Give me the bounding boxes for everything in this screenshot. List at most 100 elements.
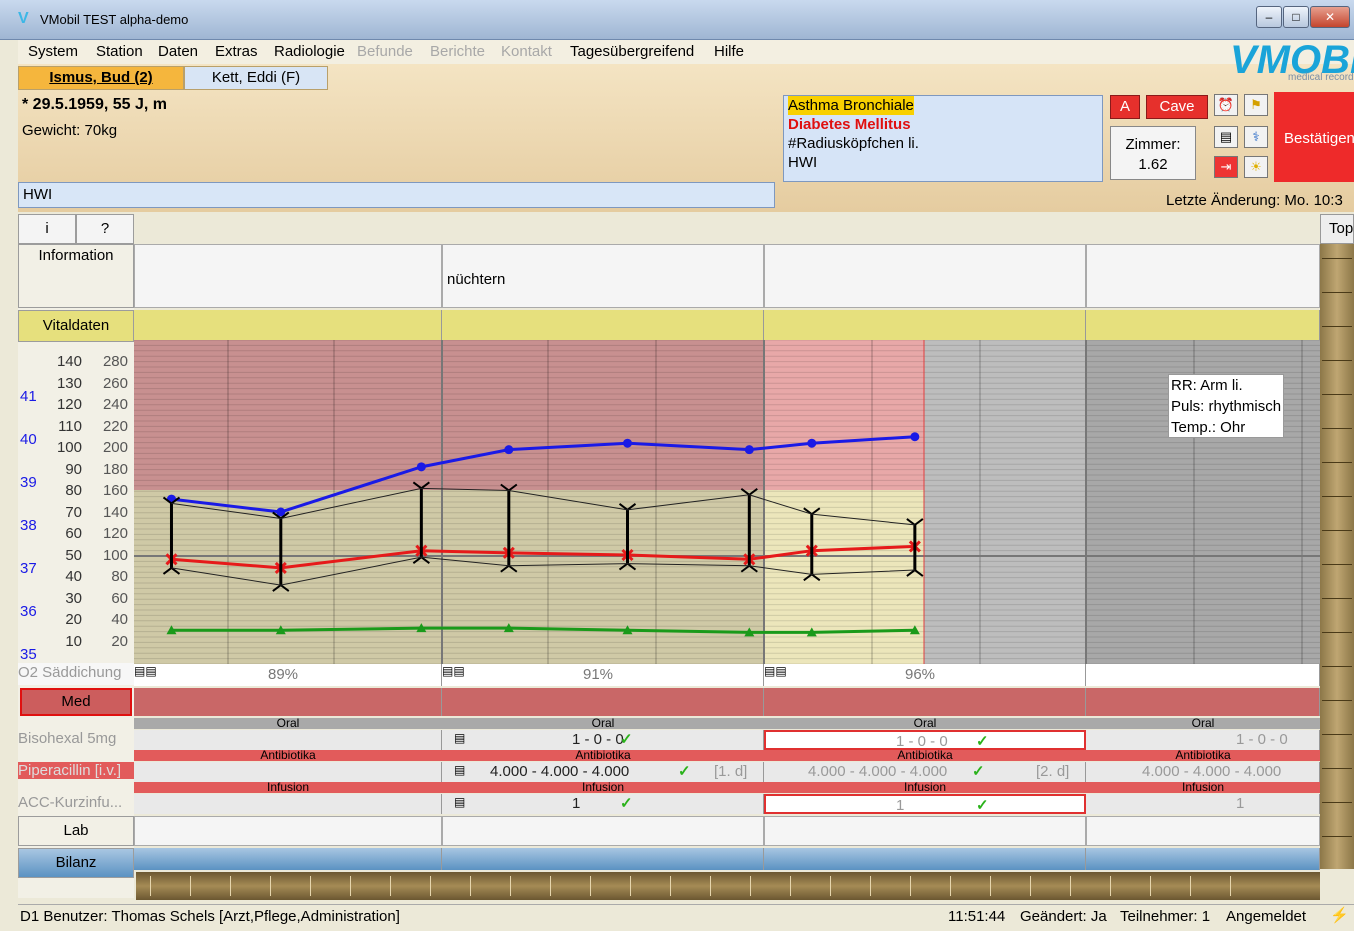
- status-changed: Geändert: Ja: [1020, 908, 1107, 925]
- bilanz-cell: [1086, 848, 1320, 870]
- lab-cell[interactable]: [764, 816, 1086, 846]
- med-group-header: Oral: [442, 717, 764, 729]
- pulse-tick: 120: [56, 396, 82, 413]
- med-cell[interactable]: 4.000 - 4.000 - 4.000 ✓ ▤ [1. d]: [442, 762, 764, 782]
- med-cell[interactable]: 4.000 - 4.000 - 4.000: [1086, 762, 1320, 782]
- vitaldaten-cell: [1086, 310, 1320, 340]
- confirm-button[interactable]: Bestätigen: [1274, 92, 1354, 182]
- top-button[interactable]: Top: [1320, 214, 1354, 244]
- document-icon[interactable]: ▤: [1214, 126, 1238, 148]
- bilanz-button[interactable]: Bilanz: [18, 848, 134, 878]
- note-icon[interactable]: ▤▤: [764, 664, 787, 678]
- lab-cell[interactable]: [1086, 816, 1320, 846]
- scroll-tick: [630, 876, 631, 896]
- scroll-tick: [1322, 428, 1352, 429]
- room-label: Zimmer:: [1125, 136, 1181, 153]
- scroll-tick: [1190, 876, 1191, 896]
- med-group-header: Infusion: [134, 781, 442, 793]
- med-cell[interactable]: 1 ✓: [764, 794, 1086, 814]
- menu-item-station[interactable]: Station: [96, 43, 143, 60]
- med-name: Bisohexal 5mg: [18, 730, 117, 747]
- scroll-tick: [1322, 496, 1352, 497]
- cave-button[interactable]: Cave: [1146, 95, 1208, 119]
- information-text: nüchtern: [447, 271, 506, 288]
- pulse-point: [807, 438, 817, 448]
- diagnosis-item: Diabetes Mellitus: [788, 116, 911, 133]
- rr-tick: 260: [102, 374, 128, 392]
- menu-item-system[interactable]: System: [28, 43, 78, 60]
- window-title: VMobil TEST alpha-demo: [40, 12, 189, 27]
- lab-cell[interactable]: [442, 816, 764, 846]
- exit-icon[interactable]: ⇥: [1214, 156, 1238, 178]
- pulse-tick: 60: [65, 525, 82, 542]
- room-button[interactable]: Zimmer: 1.62: [1110, 126, 1196, 180]
- location-field[interactable]: HWI: [18, 182, 775, 208]
- chart-zone-normal: [764, 490, 924, 664]
- scroll-tick: [390, 876, 391, 896]
- menu-item-hilfe[interactable]: Hilfe: [714, 43, 744, 60]
- scroll-tick: [790, 876, 791, 896]
- med-cell[interactable]: 1 ✓ ▤: [442, 794, 764, 814]
- information-cell[interactable]: [134, 244, 442, 308]
- med-group-header: Oral: [1086, 717, 1320, 729]
- close-button[interactable]: ✕: [1310, 6, 1350, 28]
- vertical-scrollbar[interactable]: [1320, 244, 1354, 869]
- med-group-header: Oral: [134, 717, 442, 729]
- status-user: D1 Benutzer: Thomas Schels [Arzt,Pflege,…: [20, 908, 400, 925]
- allergy-button[interactable]: A: [1110, 95, 1140, 119]
- stethoscope-icon[interactable]: ⚕: [1244, 126, 1268, 148]
- horizontal-scrollbar[interactable]: [136, 872, 1320, 900]
- med-cell[interactable]: 1: [1086, 794, 1320, 814]
- menu-item-daten[interactable]: Daten: [158, 43, 198, 60]
- bulb-icon[interactable]: ☀: [1244, 156, 1268, 178]
- info-button[interactable]: i: [18, 214, 76, 244]
- menu-item-radiologie[interactable]: Radiologie: [274, 43, 345, 60]
- med-cell[interactable]: [134, 762, 442, 782]
- information-cell[interactable]: [764, 244, 1086, 308]
- pulse-point: [504, 445, 514, 455]
- vitaldaten-cell: [134, 310, 442, 340]
- check-icon: ✓: [620, 731, 633, 748]
- med-cell[interactable]: [134, 794, 442, 814]
- rr-tick: 20: [111, 632, 128, 650]
- med-cell[interactable]: 4.000 - 4.000 - 4.000 ✓ [2. d]: [764, 762, 1086, 782]
- note-icon[interactable]: ▤▤: [134, 664, 157, 678]
- scroll-tick: [950, 876, 951, 896]
- med-value: 1 - 0 - 0: [1236, 731, 1288, 748]
- scroll-tick: [830, 876, 831, 896]
- patient-tab-active[interactable]: Ismus, Bud (2): [18, 66, 184, 90]
- scroll-tick: [310, 876, 311, 896]
- med-cell[interactable]: 1 - 0 - 0 ✓: [764, 730, 1086, 750]
- med-cell[interactable]: 1 - 0 - 0 ✓ ▤: [442, 730, 764, 750]
- note-icon[interactable]: ▤▤: [442, 664, 465, 678]
- lab-cell[interactable]: [134, 816, 442, 846]
- scroll-tick: [1322, 802, 1352, 803]
- status-time: 11:51:44: [948, 908, 1006, 925]
- bilanz-cell: [134, 848, 442, 870]
- patient-tab[interactable]: Kett, Eddi (F): [184, 66, 328, 90]
- minimize-button[interactable]: –: [1256, 6, 1282, 28]
- information-cell[interactable]: [1086, 244, 1320, 308]
- rr-tick: 40: [111, 611, 128, 628]
- information-cell[interactable]: nüchtern: [442, 244, 764, 308]
- maximize-button[interactable]: □: [1283, 6, 1309, 28]
- flag-icon[interactable]: ⚑: [1244, 94, 1268, 116]
- vitaldaten-button[interactable]: Vitaldaten: [18, 310, 134, 342]
- med-cell[interactable]: 1 - 0 - 0: [1086, 730, 1320, 750]
- lab-button[interactable]: Lab: [18, 816, 134, 846]
- rr-tick: 160: [102, 482, 128, 499]
- menu-item-tagesübergreifend[interactable]: Tagesübergreifend: [570, 43, 694, 60]
- alarm-icon[interactable]: ⏰: [1214, 94, 1238, 116]
- note-icon[interactable]: ▤: [454, 795, 465, 809]
- scroll-tick: [1322, 598, 1352, 599]
- menu-item-extras[interactable]: Extras: [215, 43, 258, 60]
- med-button[interactable]: Med: [20, 688, 132, 716]
- help-button[interactable]: ?: [76, 214, 134, 244]
- med-value: 1: [572, 795, 581, 812]
- title-bar: V VMobil TEST alpha-demo – □ ✕: [0, 0, 1354, 40]
- med-cell[interactable]: [134, 730, 442, 750]
- note-icon[interactable]: ▤: [454, 763, 465, 777]
- note-icon[interactable]: ▤: [454, 731, 465, 745]
- scroll-tick: [1230, 876, 1231, 896]
- vital-axes: 140 280 41 130 260 120 240 40 110 220 100 200 39 90 18…: [18, 346, 134, 666]
